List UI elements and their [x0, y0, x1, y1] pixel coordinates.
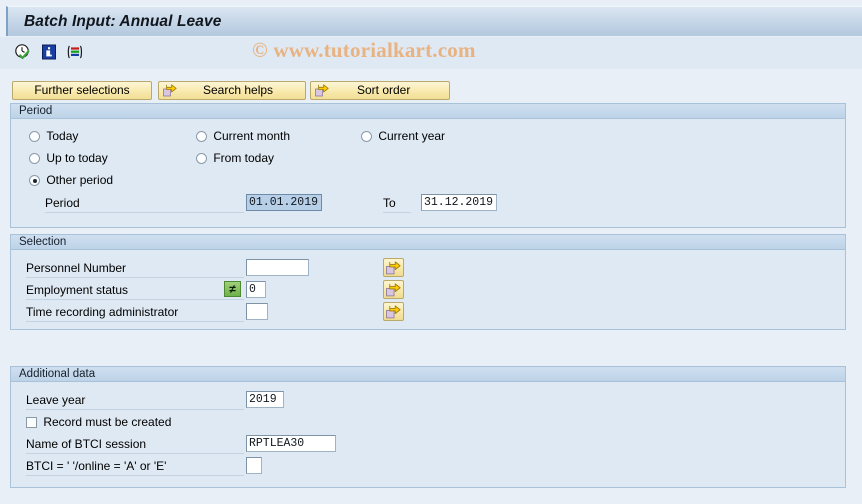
time-recording-administrator-multi-select-button[interactable] — [383, 302, 404, 321]
additional-data-group: Additional data Leave year 2019 Record m… — [10, 366, 846, 488]
period-group: Period Today Current month Current year … — [10, 103, 846, 228]
record-must-be-created-checkbox[interactable]: Record must be created — [26, 415, 171, 429]
further-selections-button[interactable]: Further selections — [12, 81, 152, 100]
radio-current-month-label: Current month — [213, 129, 291, 143]
search-helps-button[interactable]: Search helps — [158, 81, 306, 100]
personnel-number-multi-select-button[interactable] — [383, 258, 404, 277]
checkbox-mark — [26, 417, 37, 428]
radio-other-period-label: Other period — [46, 173, 114, 187]
radio-current-year-mark — [361, 131, 372, 142]
radio-today-mark — [29, 131, 40, 142]
search-helps-label: Search helps — [203, 83, 274, 97]
radio-up-to-today-mark — [29, 153, 40, 164]
selection-toolbar: Further selections Search helps Sort ord… — [0, 72, 862, 100]
execute-clock-check-icon[interactable] — [14, 43, 32, 61]
period-label-rule — [45, 212, 244, 213]
period-group-header: Period — [11, 104, 845, 119]
watermark-text: © www.tutorialkart.com — [252, 38, 476, 62]
time-recording-administrator-label: Time recording administrator — [26, 305, 179, 319]
radio-up-to-today-label: Up to today — [46, 151, 108, 165]
radio-today-label: Today — [46, 129, 79, 143]
info-icon[interactable] — [40, 43, 58, 61]
btci-session-label: Name of BTCI session — [26, 437, 147, 451]
radio-from-today[interactable]: From today — [196, 151, 274, 165]
btci-session-input[interactable]: RPTLEA30 — [246, 435, 336, 452]
selection-group-title: Selection — [19, 236, 67, 248]
personnel-number-rule — [26, 277, 244, 278]
time-recording-administrator-input[interactable] — [246, 303, 268, 320]
period-field-label: Period — [45, 196, 80, 210]
employment-status-rule — [26, 299, 244, 300]
btci-online-label: BTCI = ' '/online = 'A' or 'E' — [26, 459, 167, 473]
employment-status-operator-icon[interactable]: ≠ — [224, 281, 241, 297]
period-to-input[interactable]: 31.12.2019 — [421, 194, 497, 211]
btci-online-input[interactable] — [246, 457, 262, 474]
btci-session-rule — [26, 453, 244, 454]
radio-from-today-label: From today — [213, 151, 275, 165]
radio-current-month[interactable]: Current month — [196, 129, 290, 143]
radio-up-to-today[interactable]: Up to today — [29, 151, 108, 165]
personnel-number-input[interactable] — [246, 259, 309, 276]
radio-current-year-label: Current year — [378, 129, 446, 143]
further-selections-label: Further selections — [34, 83, 130, 97]
selection-group-header: Selection — [11, 235, 845, 250]
employment-status-multi-select-button[interactable] — [383, 280, 404, 299]
period-group-title: Period — [19, 105, 53, 117]
sort-order-button[interactable]: Sort order — [310, 81, 450, 100]
employment-status-input[interactable]: 0 — [246, 281, 266, 298]
radio-from-today-mark — [196, 153, 207, 164]
personnel-number-label: Personnel Number — [26, 261, 127, 275]
additional-data-group-title: Additional data — [19, 368, 96, 380]
leave-year-rule — [26, 409, 244, 410]
sort-order-label: Sort order — [357, 83, 411, 97]
time-recording-administrator-rule — [26, 321, 244, 322]
page-title: Batch Input: Annual Leave — [24, 13, 222, 30]
btci-online-rule — [26, 475, 244, 476]
variant-stripes-icon[interactable] — [66, 43, 84, 61]
arrow-right-icon — [315, 84, 329, 97]
leave-year-input[interactable]: 2019 — [246, 391, 284, 408]
leave-year-label: Leave year — [26, 393, 86, 407]
employment-status-label: Employment status — [26, 283, 129, 297]
radio-other-period[interactable]: Other period — [29, 173, 113, 187]
additional-data-group-header: Additional data — [11, 367, 845, 382]
window-title-bar: Batch Input: Annual Leave — [6, 6, 862, 36]
radio-other-period-mark — [29, 175, 40, 186]
radio-current-year[interactable]: Current year — [361, 129, 445, 143]
period-from-input[interactable]: 01.01.2019 — [246, 194, 322, 211]
radio-today[interactable]: Today — [29, 129, 78, 143]
arrow-right-icon — [163, 84, 177, 97]
record-must-be-created-label: Record must be created — [43, 415, 172, 429]
radio-current-month-mark — [196, 131, 207, 142]
period-to-label: To — [383, 196, 396, 210]
period-to-label-rule — [383, 212, 411, 213]
selection-group: Selection Personnel Number Employment st… — [10, 234, 846, 330]
